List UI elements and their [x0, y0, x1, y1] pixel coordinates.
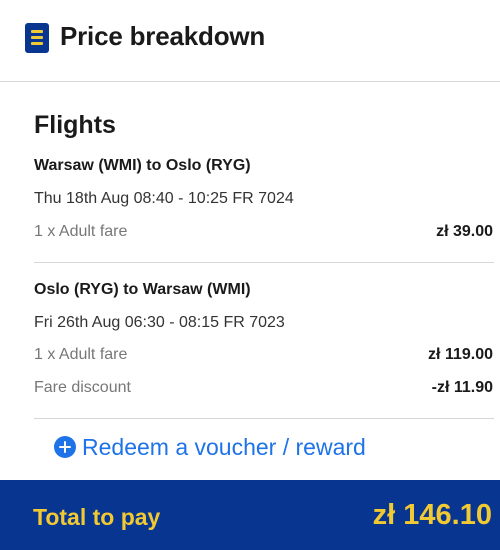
fare-amount: zł 39.00	[436, 223, 493, 240]
fare-label: Fare discount	[34, 379, 131, 396]
flights-section-title: Flights	[34, 111, 116, 139]
fare-label: 1 x Adult fare	[34, 346, 128, 363]
fare-amount: zł 119.00	[428, 346, 493, 363]
total-amount: zł 146.10	[372, 499, 492, 531]
price-breakdown-header: Price breakdown	[0, 0, 500, 82]
page-title: Price breakdown	[60, 21, 266, 51]
flight-leg-outbound: Warsaw (WMI) to Oslo (RYG) Thu 18th Aug …	[34, 157, 494, 240]
leg-route: Warsaw (WMI) to Oslo (RYG)	[34, 157, 251, 174]
redeem-voucher-link[interactable]: Redeem a voucher / reward	[54, 433, 366, 461]
fare-amount: -zł 11.90	[431, 379, 493, 396]
leg-details: Thu 18th Aug 08:40 - 10:25 FR 7024	[34, 190, 294, 207]
plus-circle-icon	[54, 436, 76, 458]
divider	[34, 418, 494, 419]
flight-leg-return: Oslo (RYG) to Warsaw (WMI) Fri 26th Aug …	[34, 281, 494, 396]
redeem-voucher-label: Redeem a voucher / reward	[82, 433, 366, 460]
divider	[34, 262, 494, 263]
leg-route: Oslo (RYG) to Warsaw (WMI)	[34, 281, 251, 298]
receipt-icon	[25, 23, 49, 53]
leg-details: Fri 26th Aug 06:30 - 08:15 FR 7023	[34, 314, 285, 331]
total-label: Total to pay	[33, 504, 161, 530]
total-bar: Total to pay zł 146.10	[0, 480, 500, 550]
fare-label: 1 x Adult fare	[34, 223, 128, 240]
